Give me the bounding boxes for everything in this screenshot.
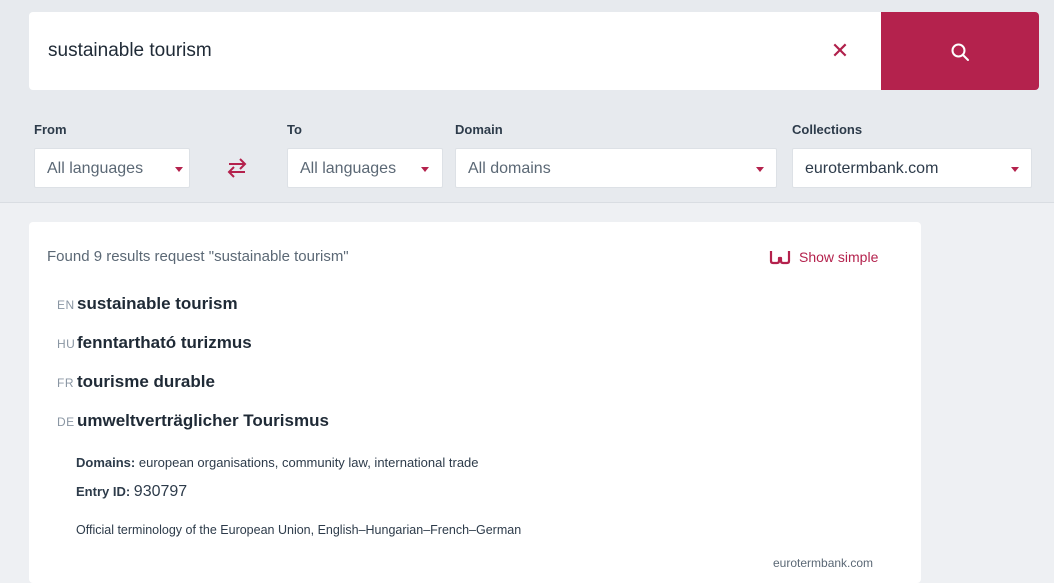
to-language-select[interactable]: All languages bbox=[287, 148, 443, 188]
caret-down-icon bbox=[175, 167, 183, 172]
entry-id-value: 930797 bbox=[133, 483, 188, 500]
language-code: FR bbox=[57, 376, 74, 390]
domain-label: Domain bbox=[455, 122, 503, 137]
domain-value: All domains bbox=[468, 160, 551, 177]
show-simple-label: Show simple bbox=[799, 249, 879, 265]
search-button[interactable] bbox=[881, 12, 1039, 90]
search-input[interactable]: sustainable tourism ✕ bbox=[29, 12, 881, 90]
caret-down-icon bbox=[1011, 167, 1019, 172]
term-row-en: EN sustainable tourism bbox=[57, 294, 238, 318]
language-code: HU bbox=[57, 337, 76, 351]
from-language-value: All languages bbox=[47, 160, 144, 177]
source-label: eurotermbank.com bbox=[773, 556, 874, 570]
caret-down-icon bbox=[756, 167, 764, 172]
collections-value: eurotermbank.com bbox=[805, 160, 939, 177]
entry-description: Official terminology of the European Uni… bbox=[76, 523, 522, 537]
language-code: DE bbox=[57, 415, 75, 429]
term-row-hu: HU fenntartható turizmus bbox=[57, 333, 252, 357]
to-label: To bbox=[287, 122, 302, 137]
term-text[interactable]: tourisme durable bbox=[77, 372, 215, 392]
term-text[interactable]: fenntartható turizmus bbox=[77, 333, 252, 353]
collections-select[interactable]: eurotermbank.com bbox=[792, 148, 1032, 188]
from-label: From bbox=[34, 122, 67, 137]
search-query-text[interactable]: sustainable tourism bbox=[48, 40, 212, 62]
domains-line: Domains: european organisations, communi… bbox=[76, 455, 479, 470]
swap-arrows-icon[interactable] bbox=[226, 157, 248, 179]
from-language-select[interactable]: All languages bbox=[34, 148, 190, 188]
result-card: Found 9 results request "sustainable tou… bbox=[29, 222, 921, 583]
entry-id-line: Entry ID: 930797 bbox=[76, 483, 187, 501]
term-row-fr: FR tourisme durable bbox=[57, 372, 215, 396]
term-row-de: DE umweltverträglicher Tourismus bbox=[57, 411, 329, 435]
show-simple-button[interactable]: Show simple bbox=[769, 246, 878, 268]
domains-label: Domains: bbox=[76, 455, 136, 470]
search-header: sustainable tourism ✕ From All languages… bbox=[0, 0, 1054, 203]
entry-id-label: Entry ID: bbox=[76, 484, 131, 499]
to-language-value: All languages bbox=[300, 160, 397, 177]
glasses-icon bbox=[769, 251, 791, 265]
domain-select[interactable]: All domains bbox=[455, 148, 777, 188]
results-summary: Found 9 results request "sustainable tou… bbox=[47, 248, 349, 265]
collections-label: Collections bbox=[792, 122, 863, 137]
term-text[interactable]: umweltverträglicher Tourismus bbox=[77, 411, 329, 431]
term-text[interactable]: sustainable tourism bbox=[77, 294, 238, 314]
caret-down-icon bbox=[421, 167, 429, 172]
domains-value: european organisations, community law, i… bbox=[138, 455, 479, 470]
close-icon: ✕ bbox=[830, 38, 850, 63]
language-code: EN bbox=[57, 298, 75, 312]
clear-search-button[interactable]: ✕ bbox=[827, 38, 853, 64]
search-icon bbox=[951, 43, 969, 61]
